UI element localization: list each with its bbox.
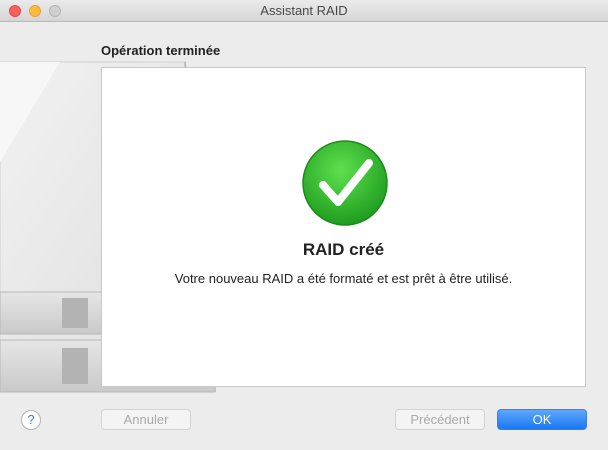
ok-button[interactable]: OK xyxy=(497,409,587,430)
raid-assistant-window: Assistant RAID Opération terminée RAID c… xyxy=(0,0,608,450)
result-panel: RAID créé Votre nouveau RAID a été forma… xyxy=(101,67,586,387)
step-heading: Opération terminée xyxy=(101,43,221,58)
cancel-button[interactable]: Annuler xyxy=(101,409,191,430)
checkmark-success-icon xyxy=(302,140,388,226)
help-button[interactable]: ? xyxy=(21,410,41,430)
result-title: RAID créé xyxy=(302,240,385,259)
previous-button[interactable]: Précédent xyxy=(395,409,485,430)
title-bar: Assistant RAID xyxy=(0,0,608,22)
window-title: Assistant RAID xyxy=(260,3,348,18)
result-message: Votre nouveau RAID a été formaté et est … xyxy=(174,271,513,286)
